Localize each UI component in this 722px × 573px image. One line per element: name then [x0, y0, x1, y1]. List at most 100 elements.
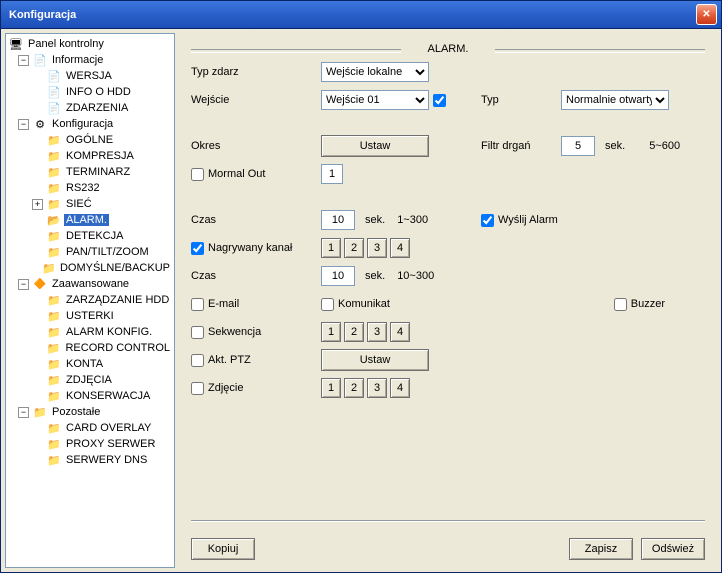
czas1-input[interactable] — [321, 210, 355, 230]
nagr-kanal-checkbox[interactable] — [191, 242, 204, 255]
page-icon — [32, 53, 48, 67]
footer-buttons: Kopiuj Zapisz Odśwież — [191, 534, 705, 560]
buzzer-check[interactable]: Buzzer — [614, 298, 665, 311]
sekw-ch1-button[interactable]: 1 — [321, 322, 341, 342]
toggle-icon[interactable]: − — [18, 279, 29, 290]
tree-detekcja[interactable]: DETEKCJA — [8, 228, 172, 244]
tree-zarz-hdd[interactable]: ZARZĄDZANIE HDD — [8, 292, 172, 308]
tree-root[interactable]: Panel kontrolny — [8, 36, 172, 52]
section-title: ALARM. — [191, 41, 705, 61]
tree-zdjecia[interactable]: ZDJĘCIA — [8, 372, 172, 388]
tree-card-overlay[interactable]: CARD OVERLAY — [8, 420, 172, 436]
tree-ptz[interactable]: PAN/TILT/ZOOM — [8, 244, 172, 260]
typ-zdarz-select[interactable]: Wejście lokalne — [321, 62, 429, 82]
odswiez-button[interactable]: Odśwież — [641, 538, 705, 560]
filtr-unit: sek. — [605, 140, 625, 152]
titlebar: Konfiguracja ✕ — [1, 1, 721, 29]
nagr-ch2-button[interactable]: 2 — [344, 238, 364, 258]
typ-select[interactable]: Normalnie otwarty — [561, 90, 669, 110]
wyslij-alarm-checkbox[interactable] — [481, 214, 494, 227]
czas2-input[interactable] — [321, 266, 355, 286]
akt-ptz-checkbox[interactable] — [191, 354, 204, 367]
tree-rs232[interactable]: RS232 — [8, 180, 172, 196]
folder-icon — [46, 373, 62, 387]
tree-informacje[interactable]: − Informacje — [8, 52, 172, 68]
diamond-icon — [32, 277, 48, 291]
zdj-ch2-button[interactable]: 2 — [344, 378, 364, 398]
tree-kompresja[interactable]: KOMPRESJA — [8, 148, 172, 164]
czas2-label: Czas — [191, 270, 321, 282]
zdj-ch4-button[interactable]: 4 — [390, 378, 410, 398]
mormal-out-checkbox[interactable] — [191, 168, 204, 181]
toggle-icon[interactable]: − — [18, 407, 29, 418]
zdjecie-checkbox[interactable] — [191, 382, 204, 395]
content-panel: ALARM. Typ zdarz Wejście lokalne Wejście… — [179, 33, 717, 568]
komunikat-check[interactable]: Komunikat — [321, 298, 390, 311]
nagr-ch4-button[interactable]: 4 — [390, 238, 410, 258]
tree-konta[interactable]: KONTA — [8, 356, 172, 372]
folder-icon — [42, 261, 56, 275]
mormal-out-input[interactable] — [321, 164, 343, 184]
komunikat-checkbox[interactable] — [321, 298, 334, 311]
wejscie-label: Wejście — [191, 94, 321, 106]
tree-konfiguracja[interactable]: − Konfiguracja — [8, 116, 172, 132]
folder-icon — [46, 181, 62, 195]
kopiuj-button[interactable]: Kopiuj — [191, 538, 255, 560]
monitor-icon — [8, 37, 24, 51]
akt-ptz-check[interactable]: Akt. PTZ — [191, 354, 321, 367]
nagr-kanal-check[interactable]: Nagrywany kanał — [191, 242, 321, 255]
folder-icon — [46, 293, 62, 307]
toggle-icon[interactable]: − — [18, 55, 29, 66]
tree-record-control[interactable]: RECORD CONTROL — [8, 340, 172, 356]
sekw-ch3-button[interactable]: 3 — [367, 322, 387, 342]
tree-panel[interactable]: Panel kontrolny − Informacje WERSJA INFO… — [5, 33, 175, 568]
sekwencja-check[interactable]: Sekwencja — [191, 326, 321, 339]
zdjecie-check[interactable]: Zdjęcie — [191, 382, 321, 395]
okres-ustaw-button[interactable]: Ustaw — [321, 135, 429, 157]
tree-zaawansowane[interactable]: − Zaawansowane — [8, 276, 172, 292]
sekwencja-checkbox[interactable] — [191, 326, 204, 339]
tree-konserwacja[interactable]: KONSERWACJA — [8, 388, 172, 404]
tree-info-hdd[interactable]: INFO O HDD — [8, 84, 172, 100]
folder-icon — [46, 421, 62, 435]
ptz-ustaw-button[interactable]: Ustaw — [321, 349, 429, 371]
toggle-icon[interactable]: − — [18, 119, 29, 130]
toggle-icon[interactable]: + — [32, 199, 43, 210]
folder-icon — [46, 325, 62, 339]
wejscie-select[interactable]: Wejście 01 — [321, 90, 429, 110]
tree-usterki[interactable]: USTERKI — [8, 308, 172, 324]
sekw-ch4-button[interactable]: 4 — [390, 322, 410, 342]
tree-proxy[interactable]: PROXY SERWER — [8, 436, 172, 452]
tree-terminarz[interactable]: TERMINARZ — [8, 164, 172, 180]
czas1-range: 1~300 — [397, 214, 428, 226]
page-icon — [46, 85, 62, 99]
tree-alarm-konfig[interactable]: ALARM KONFIG. — [8, 324, 172, 340]
tree-dns[interactable]: SERWERY DNS — [8, 452, 172, 468]
nagr-ch3-button[interactable]: 3 — [367, 238, 387, 258]
folder-icon — [46, 341, 62, 355]
filtr-label: Filtr drgań — [451, 140, 561, 152]
wejscie-enable-checkbox[interactable] — [433, 94, 446, 107]
tree-domyslne[interactable]: DOMYŚLNE/BACKUP — [8, 260, 172, 276]
tree-wersja[interactable]: WERSJA — [8, 68, 172, 84]
gear-icon — [32, 117, 48, 131]
tree-pozostale[interactable]: − Pozostałe — [8, 404, 172, 420]
window-title: Konfiguracja — [5, 9, 696, 21]
wyslij-alarm-check[interactable]: Wyślij Alarm — [481, 214, 561, 227]
email-check[interactable]: E-mail — [191, 298, 321, 311]
email-checkbox[interactable] — [191, 298, 204, 311]
tree-siec[interactable]: +SIEĆ — [8, 196, 172, 212]
filtr-input[interactable] — [561, 136, 595, 156]
buzzer-checkbox[interactable] — [614, 298, 627, 311]
tree-zdarzenia[interactable]: ZDARZENIA — [8, 100, 172, 116]
mormal-out-check[interactable]: Mormal Out — [191, 168, 321, 181]
zdj-ch1-button[interactable]: 1 — [321, 378, 341, 398]
close-button[interactable]: ✕ — [696, 4, 717, 25]
tree-alarm[interactable]: ALARM. — [8, 212, 172, 228]
zapisz-button[interactable]: Zapisz — [569, 538, 633, 560]
zdj-ch3-button[interactable]: 3 — [367, 378, 387, 398]
sekw-ch2-button[interactable]: 2 — [344, 322, 364, 342]
tree-ogolne[interactable]: OGÓLNE — [8, 132, 172, 148]
nagr-ch1-button[interactable]: 1 — [321, 238, 341, 258]
filtr-range: 5~600 — [649, 140, 680, 152]
